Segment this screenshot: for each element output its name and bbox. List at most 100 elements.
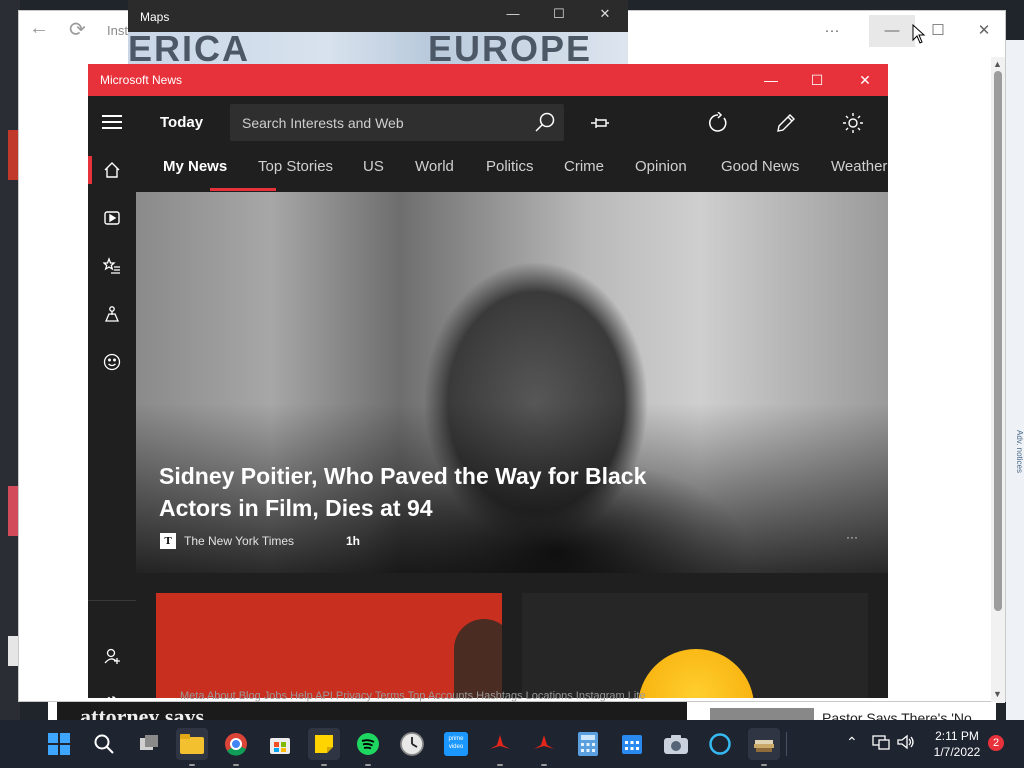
source-logo-icon: T — [160, 533, 176, 549]
maps-window[interactable]: Maps — ☐ ✕ ERICA EUROPE — [128, 0, 628, 69]
weather-card[interactable] — [522, 593, 868, 698]
ad-notice-label: Adv. notices — [1015, 430, 1024, 473]
nav-rail — [88, 96, 136, 698]
tab-good-news[interactable]: Good News — [721, 158, 799, 175]
news-minimize-button[interactable]: — — [748, 64, 794, 96]
clock-icon[interactable] — [396, 728, 428, 760]
news-titlebar[interactable]: Microsoft News — ☐ ✕ — [88, 64, 888, 96]
desktop-stripe — [8, 130, 18, 180]
active-tab-underline — [210, 188, 276, 191]
running-indicator — [233, 764, 239, 766]
notification-badge[interactable]: 2 — [988, 735, 1004, 751]
desktop-left-edge — [0, 0, 20, 720]
browser-close-button[interactable]: ✕ — [961, 15, 1007, 47]
browser-url-text[interactable]: Inst — [107, 23, 128, 38]
maps-maximize-button[interactable]: ☐ — [536, 6, 582, 28]
prime-video-label: prime video — [444, 732, 468, 756]
back-arrow-icon[interactable]: ← — [29, 17, 49, 40]
file-explorer-icon[interactable] — [176, 728, 208, 760]
desktop-stripe — [8, 486, 18, 536]
books-icon[interactable] — [748, 728, 780, 760]
hamburger-menu-icon[interactable] — [88, 100, 136, 144]
taskbar: prime video ⌃ 2:11 PM 1/7/2022 2 — [0, 720, 1024, 768]
calendar-icon[interactable] — [616, 728, 648, 760]
local-icon[interactable] — [88, 292, 136, 336]
story-card[interactable] — [156, 593, 502, 698]
search-box[interactable]: Search Interests and Web — [230, 104, 564, 141]
tab-politics[interactable]: Politics — [486, 158, 534, 175]
video-icon[interactable] — [88, 196, 136, 240]
news-close-button[interactable]: ✕ — [842, 64, 888, 96]
scrollbar-thumb[interactable] — [994, 71, 1002, 611]
pin-icon[interactable] — [585, 108, 615, 138]
news-toolbar: Today Search Interests and Web ··· — [136, 96, 888, 148]
store-icon[interactable] — [264, 728, 296, 760]
browser-more-button[interactable]: ··· — [809, 15, 855, 47]
tab-us[interactable]: US — [363, 158, 384, 175]
hero-more-button[interactable]: ··· — [846, 530, 858, 544]
sticky-notes-icon[interactable] — [308, 728, 340, 760]
hero-story-card[interactable]: Sidney Poitier, Who Paved the Way for Bl… — [136, 192, 888, 573]
tab-weather[interactable]: Weather — [831, 158, 887, 175]
camera-icon[interactable] — [660, 728, 692, 760]
tab-my-news[interactable]: My News — [163, 158, 227, 175]
calculator-icon[interactable] — [572, 728, 604, 760]
category-tabs: My News Top Stories US World Politics Cr… — [136, 148, 888, 192]
interests-star-icon[interactable] — [88, 244, 136, 288]
chevron-up-icon[interactable]: ⌃ — [846, 734, 858, 751]
running-indicator — [541, 764, 547, 766]
spotify-icon[interactable] — [352, 728, 384, 760]
news-window-title: Microsoft News — [100, 73, 183, 87]
rail-divider — [88, 600, 136, 601]
volume-icon[interactable] — [897, 734, 915, 753]
news-window[interactable]: Microsoft News — ☐ ✕ Today Search Intere… — [88, 64, 888, 698]
maps-minimize-button[interactable]: — — [490, 6, 536, 28]
hero-headline[interactable]: Sidney Poitier, Who Paved the Way for Bl… — [159, 460, 679, 524]
taskbar-divider — [786, 732, 787, 756]
task-view-icon[interactable] — [133, 728, 165, 760]
acrobat-icon[interactable] — [484, 728, 516, 760]
desktop-stripe — [8, 636, 18, 666]
tab-crime[interactable]: Crime — [564, 158, 604, 175]
clock-date: 1/7/2022 — [933, 745, 981, 759]
hero-age: 1h — [346, 534, 361, 548]
running-indicator — [497, 764, 503, 766]
maps-close-button[interactable]: ✕ — [582, 6, 628, 28]
tab-top-stories[interactable]: Top Stories — [258, 158, 333, 175]
browser-scrollbar[interactable]: ▲ ▼ — [991, 57, 1005, 703]
news-maximize-button[interactable]: ☐ — [794, 64, 840, 96]
mouse-cursor-icon — [912, 23, 926, 49]
chrome-icon[interactable] — [220, 728, 252, 760]
cortana-icon[interactable] — [704, 728, 736, 760]
clock-time: 2:11 PM — [935, 729, 979, 743]
system-clock[interactable]: 2:11 PM 1/7/2022 — [924, 728, 990, 760]
smiley-icon[interactable] — [88, 340, 136, 384]
story-image — [454, 619, 502, 698]
maps-title: Maps — [140, 10, 170, 24]
browser-minimize-button[interactable]: — — [869, 15, 915, 47]
background-footer-links[interactable]: Meta About Blog Jobs Help API Privacy Te… — [180, 690, 840, 704]
running-indicator — [761, 764, 767, 766]
acrobat-icon[interactable] — [528, 728, 560, 760]
edit-pencil-icon[interactable] — [771, 108, 801, 138]
brightness-icon[interactable] — [838, 108, 868, 138]
running-indicator — [189, 764, 195, 766]
search-icon[interactable] — [534, 111, 556, 138]
tab-world[interactable]: World — [415, 158, 454, 175]
start-icon[interactable] — [43, 728, 75, 760]
home-icon[interactable] — [88, 148, 136, 192]
scroll-up-icon[interactable]: ▲ — [993, 59, 1002, 69]
tab-opinion[interactable]: Opinion — [635, 158, 687, 175]
refresh-icon[interactable] — [703, 108, 733, 138]
scroll-down-icon[interactable]: ▼ — [993, 689, 1002, 699]
settings-gear-icon[interactable] — [88, 682, 136, 698]
today-label: Today — [160, 114, 204, 131]
refresh-icon[interactable]: ⟳ — [69, 17, 86, 42]
search-icon[interactable] — [88, 728, 120, 760]
network-icon[interactable] — [872, 734, 890, 753]
desktop-right-edge — [1006, 40, 1024, 720]
running-indicator — [365, 764, 371, 766]
add-account-icon[interactable] — [88, 634, 136, 678]
prime-video-icon[interactable]: prime video — [440, 728, 472, 760]
search-input[interactable]: Search Interests and Web — [242, 115, 404, 131]
